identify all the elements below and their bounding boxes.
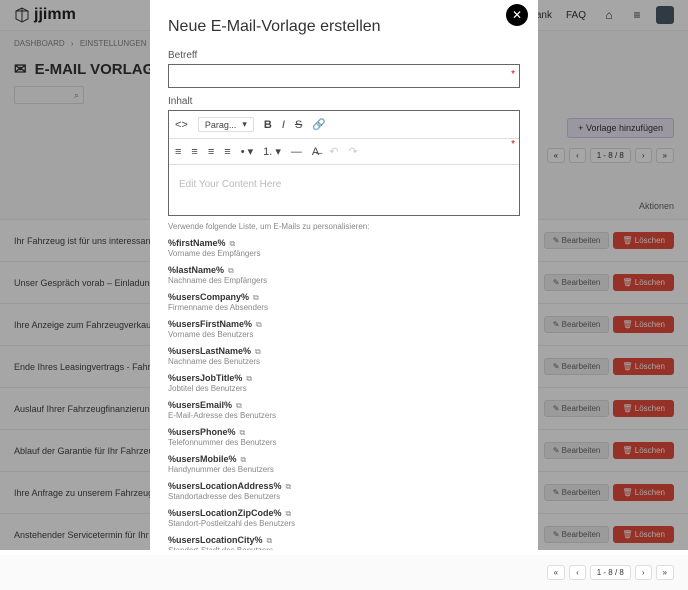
copy-icon[interactable]: ⧉	[236, 401, 242, 410]
pager-info: 1 - 8 / 8	[590, 565, 631, 580]
copy-icon[interactable]: ⧉	[246, 374, 252, 383]
italic-icon[interactable]: I	[282, 119, 285, 131]
var-key: %firstName%	[168, 238, 226, 248]
align-justify-icon[interactable]: ≡	[224, 146, 230, 158]
variable-item: %usersCompany% ⧉Firmenname des Absenders	[168, 291, 520, 312]
copy-icon[interactable]: ⧉	[253, 293, 259, 302]
create-template-modal: Neue E-Mail-Vorlage erstellen Betreff * …	[150, 0, 538, 550]
pager-first[interactable]: «	[547, 565, 565, 580]
align-right-icon[interactable]: ≡	[208, 146, 214, 158]
copy-icon[interactable]: ⧉	[228, 266, 234, 275]
align-center-icon[interactable]: ≡	[191, 146, 197, 158]
copy-icon[interactable]: ⧉	[286, 509, 292, 518]
var-key: %usersPhone%	[168, 427, 236, 437]
variable-item: %usersPhone% ⧉Telefonnummer des Benutzers	[168, 426, 520, 447]
list-ol-icon[interactable]: 1. ▾	[263, 145, 281, 158]
variable-item: %usersLocationAddress% ⧉Standortadresse d…	[168, 480, 520, 501]
vars-hint: Verwende folgende Liste, um E-Mails zu p…	[168, 222, 520, 231]
var-desc: Vorname des Benutzers	[168, 330, 520, 339]
var-key: %usersCompany%	[168, 292, 249, 302]
copy-icon[interactable]: ⧉	[230, 239, 236, 248]
pager-next[interactable]: ›	[635, 565, 652, 580]
link-icon[interactable]: 🔗	[312, 118, 326, 131]
pager-last[interactable]: »	[656, 565, 674, 580]
subject-input[interactable]: *	[168, 64, 520, 88]
var-desc: Vorname des Empfängers	[168, 249, 520, 258]
copy-icon[interactable]: ⧉	[240, 428, 246, 437]
copy-icon[interactable]: ⧉	[241, 455, 247, 464]
editor-toolbar: <> Parag... ▾ B I S 🔗	[169, 111, 519, 139]
variable-item: %lastName% ⧉Nachname des Empfängers	[168, 264, 520, 285]
copy-icon[interactable]: ⧉	[255, 347, 261, 356]
copy-icon[interactable]: ⧉	[286, 482, 292, 491]
variable-item: %usersEmail% ⧉E-Mail-Adresse des Benutzer…	[168, 399, 520, 420]
strike-icon[interactable]: S	[295, 119, 302, 131]
hr-icon[interactable]: —	[291, 146, 302, 158]
var-key: %usersMobile%	[168, 454, 237, 464]
var-desc: Telefonnummer des Benutzers	[168, 438, 520, 447]
var-key: %lastName%	[168, 265, 224, 275]
editor-content[interactable]: Edit Your Content Here	[169, 165, 519, 215]
paragraph-select[interactable]: Parag... ▾	[198, 117, 254, 132]
bold-icon[interactable]: B	[264, 119, 272, 131]
variable-item: %usersFirstName% ⧉Vorname des Benutzers	[168, 318, 520, 339]
pager-prev[interactable]: ‹	[569, 565, 586, 580]
variable-item: %usersJobTitle% ⧉Jobtitel des Benutzers	[168, 372, 520, 393]
editor: * <> Parag... ▾ B I S 🔗 ≡ ≡ ≡ ≡ • ▾ 1. ▾…	[168, 110, 520, 216]
var-key: %usersFirstName%	[168, 319, 252, 329]
var-desc: E-Mail-Adresse des Benutzers	[168, 411, 520, 420]
var-desc: Firmenname des Absenders	[168, 303, 520, 312]
var-desc: Handynummer des Benutzers	[168, 465, 520, 474]
var-desc: Standort-Postleitzahl des Benutzers	[168, 519, 520, 528]
var-desc: Nachname des Empfängers	[168, 276, 520, 285]
undo-icon[interactable]: ↶	[329, 145, 338, 158]
copy-icon[interactable]: ⧉	[256, 320, 262, 329]
variable-item: %usersMobile% ⧉Handynummer des Benutzers	[168, 453, 520, 474]
var-key: %usersJobTitle%	[168, 373, 242, 383]
var-key: %usersLastName%	[168, 346, 251, 356]
align-left-icon[interactable]: ≡	[175, 146, 181, 158]
code-icon[interactable]: <>	[175, 119, 188, 131]
variable-item: %usersLastName% ⧉Nachname des Benutzers	[168, 345, 520, 366]
modal-title: Neue E-Mail-Vorlage erstellen	[168, 18, 520, 36]
var-desc: Jobtitel des Benutzers	[168, 384, 520, 393]
var-key: %usersEmail%	[168, 400, 232, 410]
close-icon[interactable]: ✕	[506, 4, 528, 26]
redo-icon[interactable]: ↷	[348, 145, 357, 158]
variable-item: %usersLocationCity% ⧉Standort-Stadt des B…	[168, 534, 520, 550]
var-desc: Standortadresse des Benutzers	[168, 492, 520, 501]
variable-item: %usersLocationZipCode% ⧉Standort-Postleit…	[168, 507, 520, 528]
variable-item: %firstName% ⧉Vorname des Empfängers	[168, 237, 520, 258]
var-key: %usersLocationZipCode%	[168, 508, 282, 518]
var-desc: Standort-Stadt des Benutzers	[168, 546, 520, 550]
list-ul-icon[interactable]: • ▾	[241, 145, 253, 158]
clear-icon[interactable]: A̶	[312, 146, 319, 158]
var-desc: Nachname des Benutzers	[168, 357, 520, 366]
content-label: Inhalt	[168, 96, 520, 107]
copy-icon[interactable]: ⧉	[267, 536, 273, 545]
subject-label: Betreff	[168, 50, 520, 61]
var-key: %usersLocationCity%	[168, 535, 263, 545]
var-key: %usersLocationAddress%	[168, 481, 282, 491]
